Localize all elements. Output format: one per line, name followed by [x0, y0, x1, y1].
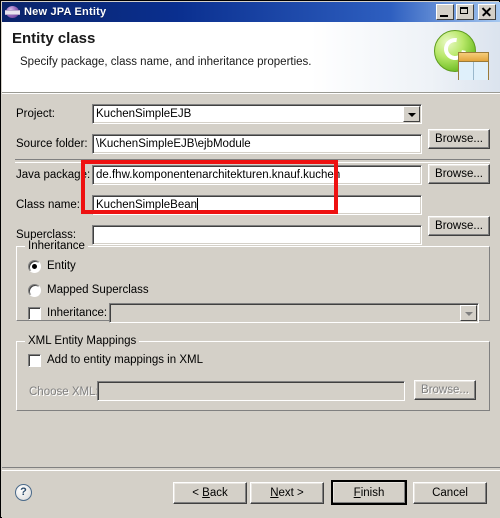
radio-entity-label: Entity [47, 260, 76, 272]
next-button-label: Next > [270, 487, 304, 499]
java-package-input[interactable]: de.fhw.komponentenarchitekturen.knauf.ku… [92, 165, 422, 185]
choose-xml-input[interactable] [97, 381, 405, 401]
help-icon[interactable]: ? [15, 484, 32, 501]
java-package-label: Java package: [16, 169, 91, 181]
panel-top-separator [2, 93, 500, 94]
java-package-browse-button[interactable]: Browse... [428, 164, 490, 184]
finish-button-label: Finish [353, 486, 385, 499]
back-button-label: < Back [192, 487, 228, 499]
checkbox-inheritance-label: Inheritance: [47, 307, 108, 319]
java-package-value: de.fhw.komponentenarchitekturen.knauf.ku… [96, 169, 341, 181]
project-combo[interactable]: KuchenSimpleEJB [92, 104, 422, 124]
class-name-value: KuchenSimpleBean [96, 199, 198, 211]
close-icon[interactable] [478, 4, 496, 20]
class-name-label: Class name: [16, 199, 80, 211]
choose-xml-browse-button[interactable]: Browse... [414, 380, 476, 400]
superclass-browse-button[interactable]: Browse... [428, 216, 490, 236]
radio-mapped-superclass-label: Mapped Superclass [47, 284, 149, 296]
source-folder-browse-button[interactable]: Browse... [428, 129, 490, 149]
wizard-banner: Entity class Specify package, class name… [2, 22, 500, 93]
footer-separator [2, 467, 500, 471]
title-bar[interactable]: New JPA Entity [2, 2, 500, 22]
window-title: New JPA Entity [24, 6, 107, 18]
inheritance-strategy-combo[interactable] [109, 303, 479, 323]
class-name-input[interactable]: KuchenSimpleBean [92, 195, 422, 215]
eclipse-globe-icon [5, 5, 20, 19]
cancel-button[interactable]: Cancel [413, 482, 487, 504]
chevron-down-icon-inheritance[interactable] [460, 305, 477, 321]
minimize-button[interactable] [436, 4, 454, 20]
source-folder-label: Source folder: [16, 138, 88, 150]
inheritance-group-title: Inheritance [25, 240, 88, 252]
source-folder-input[interactable]: \KuchenSimpleEJB\ejbModule [92, 134, 422, 154]
finish-button[interactable]: Finish [331, 480, 407, 505]
superclass-input[interactable] [92, 225, 422, 245]
radio-mapped-superclass[interactable] [28, 284, 41, 297]
wizard-body: Project: KuchenSimpleEJB Source folder: … [2, 93, 500, 467]
project-label: Project: [16, 108, 55, 120]
project-combo-value: KuchenSimpleEJB [96, 108, 192, 120]
new-jpa-entity-dialog: New JPA Entity Entity class Specify pack… [0, 0, 500, 518]
choose-xml-label: Choose XML: [29, 386, 99, 398]
xml-group-title: XML Entity Mappings [25, 335, 140, 347]
jpa-entity-banner-icon [434, 30, 490, 84]
form-section-separator [15, 159, 490, 163]
back-button[interactable]: < Back [173, 482, 247, 504]
next-button[interactable]: Next > [250, 482, 324, 504]
checkbox-add-to-entity-mappings-label: Add to entity mappings in XML [47, 354, 203, 366]
radio-entity[interactable] [28, 260, 41, 273]
source-folder-value: \KuchenSimpleEJB\ejbModule [96, 138, 251, 150]
checkbox-add-to-entity-mappings[interactable] [28, 354, 41, 367]
maximize-button[interactable] [456, 4, 474, 20]
window-controls [436, 4, 500, 20]
page-subtitle: Specify package, class name, and inherit… [20, 56, 312, 68]
page-title: Entity class [12, 30, 96, 47]
checkbox-inheritance[interactable] [28, 307, 41, 320]
chevron-down-icon[interactable] [403, 106, 420, 122]
cancel-button-label: Cancel [432, 487, 468, 499]
